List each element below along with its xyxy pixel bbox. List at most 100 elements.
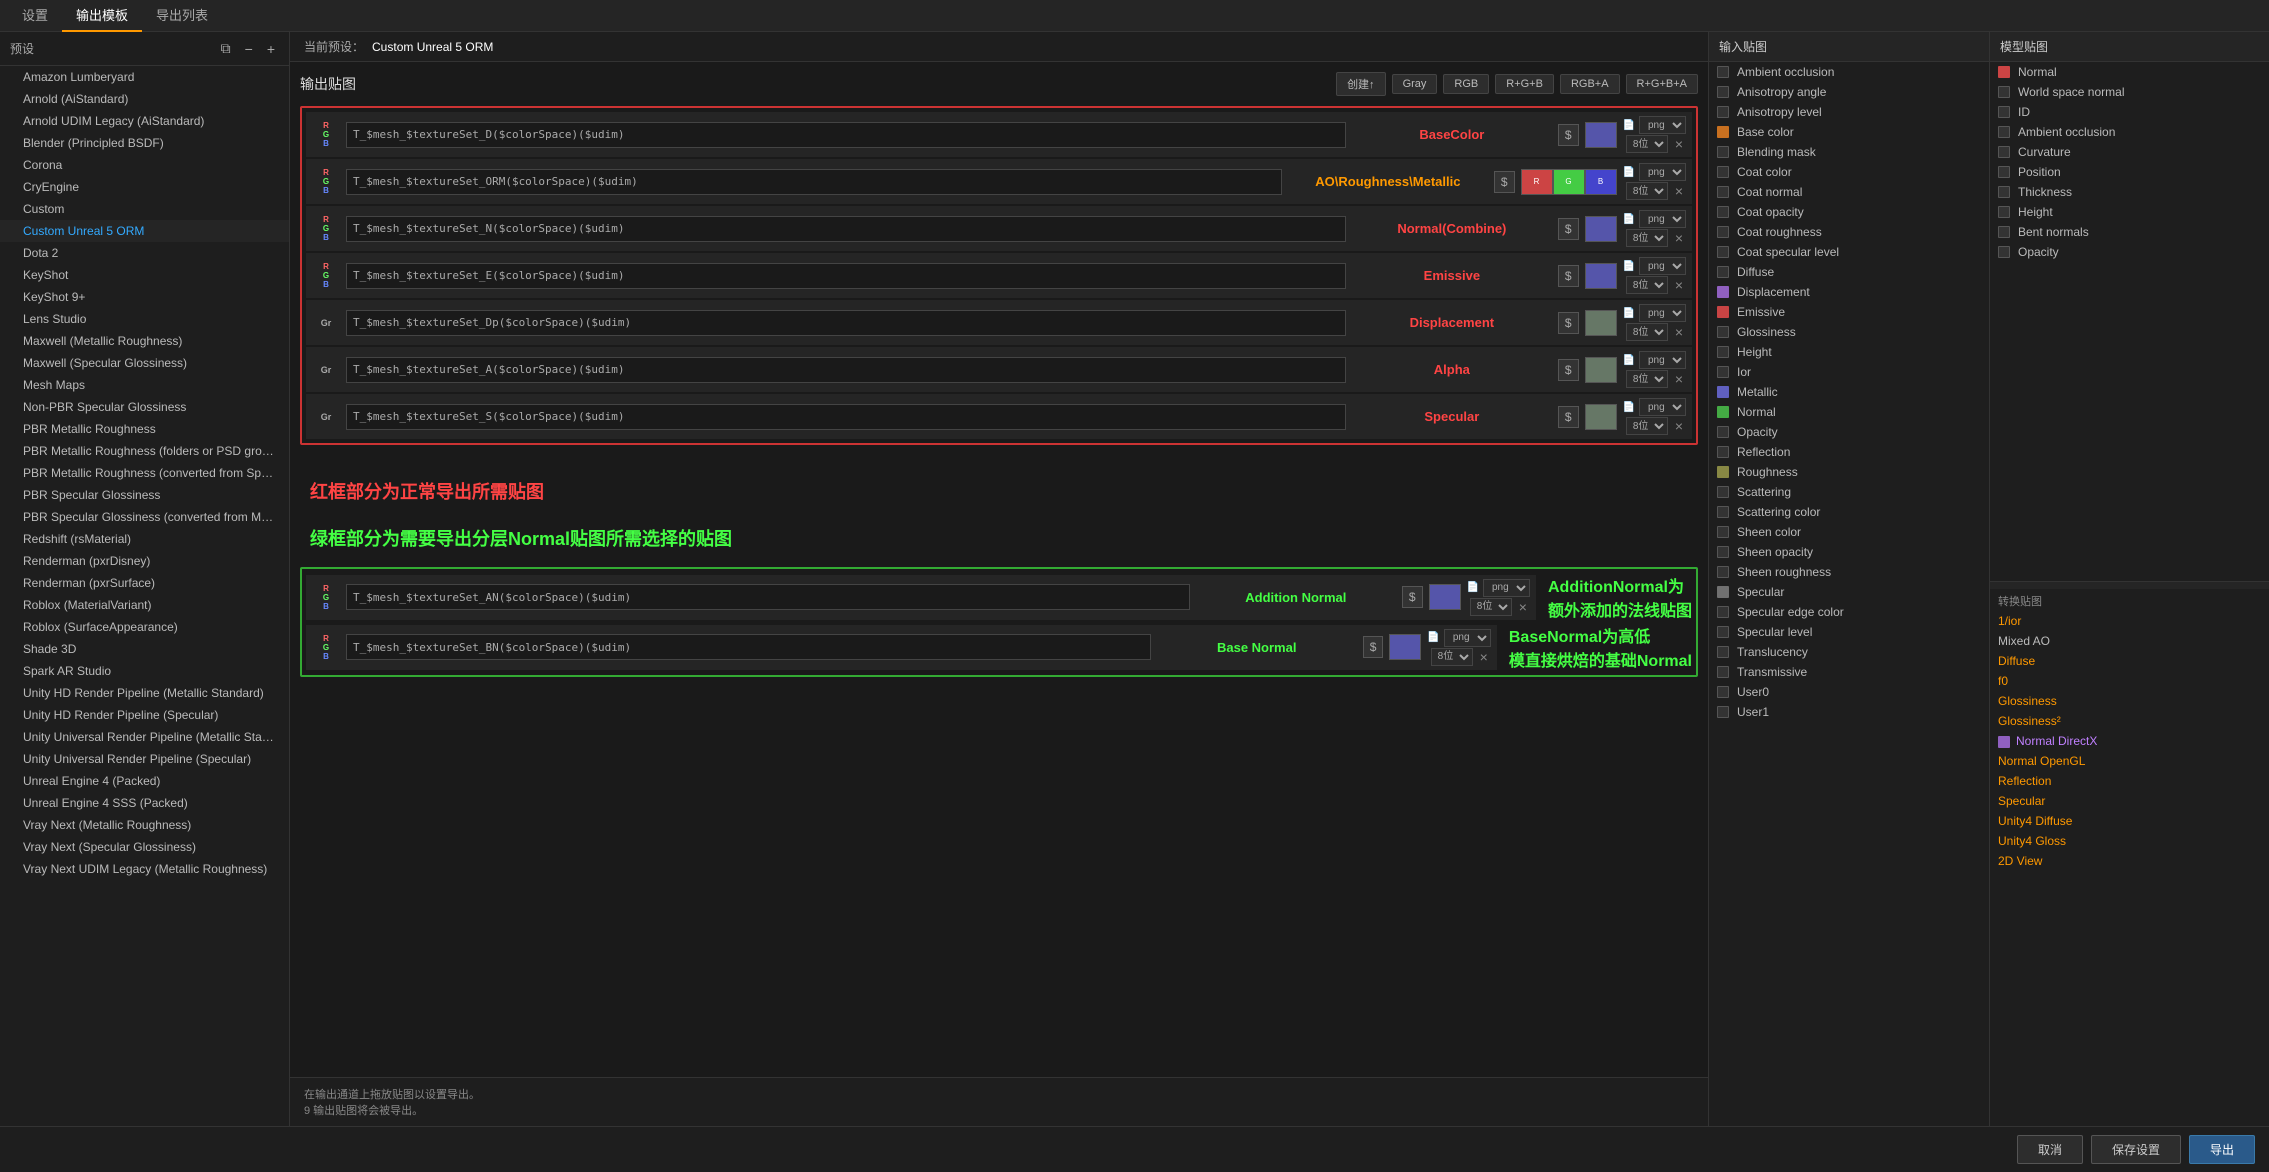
sidebar-item-7[interactable]: Custom Unreal 5 ORM: [0, 220, 289, 242]
format-select[interactable]: png: [1639, 351, 1686, 369]
format-select[interactable]: png: [1639, 210, 1686, 228]
model-map-item[interactable]: Bent normals: [1990, 222, 2269, 242]
sidebar-item-31[interactable]: Unity Universal Render Pipeline (Specula…: [0, 748, 289, 770]
remove-texture-btn[interactable]: ×: [1672, 230, 1686, 246]
input-map-item[interactable]: Scattering: [1709, 482, 1989, 502]
bit-depth-select[interactable]: 8位: [1470, 598, 1512, 616]
conversion-map-item[interactable]: Unity4 Gloss: [1990, 831, 2269, 851]
input-map-item[interactable]: Opacity: [1709, 422, 1989, 442]
channel-swatch-r[interactable]: R: [1521, 169, 1553, 195]
sidebar-item-12[interactable]: Maxwell (Metallic Roughness): [0, 330, 289, 352]
tab-settings[interactable]: 设置: [8, 0, 62, 32]
sidebar-copy-btn[interactable]: ⧉: [217, 38, 235, 59]
remove-texture-btn[interactable]: ×: [1477, 649, 1491, 665]
sidebar-item-23[interactable]: Renderman (pxrSurface): [0, 572, 289, 594]
sidebar-item-24[interactable]: Roblox (MaterialVariant): [0, 594, 289, 616]
sidebar-item-16[interactable]: PBR Metallic Roughness: [0, 418, 289, 440]
input-map-item[interactable]: Glossiness: [1709, 322, 1989, 342]
texture-name-input[interactable]: [346, 310, 1346, 336]
input-map-item[interactable]: Specular edge color: [1709, 602, 1989, 622]
conversion-map-item[interactable]: Glossiness: [1990, 691, 2269, 711]
input-map-item[interactable]: Metallic: [1709, 382, 1989, 402]
input-map-item[interactable]: Specular: [1709, 582, 1989, 602]
bit-depth-select[interactable]: 8位: [1626, 370, 1668, 388]
texture-name-input[interactable]: [346, 169, 1282, 195]
input-map-item[interactable]: Emissive: [1709, 302, 1989, 322]
sidebar-minus-btn[interactable]: −: [241, 39, 257, 59]
dollar-btn[interactable]: $: [1558, 359, 1579, 381]
channel-swatch-g[interactable]: G: [1553, 169, 1585, 195]
input-map-item[interactable]: Scattering color: [1709, 502, 1989, 522]
dollar-btn[interactable]: $: [1494, 171, 1515, 193]
sidebar-item-34[interactable]: Vray Next (Metallic Roughness): [0, 814, 289, 836]
input-map-item[interactable]: Sheen roughness: [1709, 562, 1989, 582]
input-map-item[interactable]: Normal: [1709, 402, 1989, 422]
input-map-item[interactable]: Coat roughness: [1709, 222, 1989, 242]
sidebar-item-18[interactable]: PBR Metallic Roughness (converted from S…: [0, 462, 289, 484]
sidebar-item-26[interactable]: Shade 3D: [0, 638, 289, 660]
sidebar-item-27[interactable]: Spark AR Studio: [0, 660, 289, 682]
dollar-btn[interactable]: $: [1363, 636, 1384, 658]
texture-name-input[interactable]: [346, 216, 1346, 242]
conversion-map-item[interactable]: 2D View: [1990, 851, 2269, 871]
input-map-item[interactable]: Coat color: [1709, 162, 1989, 182]
dollar-btn[interactable]: $: [1558, 406, 1579, 428]
create-btn[interactable]: 创建↑: [1336, 72, 1386, 96]
save-button[interactable]: 保存设置: [2091, 1135, 2181, 1164]
sidebar-item-4[interactable]: Corona: [0, 154, 289, 176]
dollar-btn[interactable]: $: [1558, 124, 1579, 146]
conversion-map-item[interactable]: Diffuse: [1990, 651, 2269, 671]
model-map-item[interactable]: Opacity: [1990, 242, 2269, 262]
conversion-map-item[interactable]: Normal DirectX: [1990, 731, 2269, 751]
sidebar-item-30[interactable]: Unity Universal Render Pipeline (Metalli…: [0, 726, 289, 748]
remove-texture-btn[interactable]: ×: [1672, 277, 1686, 293]
sidebar-item-14[interactable]: Mesh Maps: [0, 374, 289, 396]
texture-name-input[interactable]: [346, 634, 1151, 660]
texture-name-input[interactable]: [346, 122, 1346, 148]
texture-name-input[interactable]: [346, 584, 1190, 610]
sidebar-item-36[interactable]: Vray Next UDIM Legacy (Metallic Roughnes…: [0, 858, 289, 880]
dollar-btn[interactable]: $: [1558, 265, 1579, 287]
tab-export-list[interactable]: 导出列表: [142, 0, 222, 32]
remove-texture-btn[interactable]: ×: [1516, 599, 1530, 615]
sidebar-item-2[interactable]: Arnold UDIM Legacy (AiStandard): [0, 110, 289, 132]
input-map-item[interactable]: Base color: [1709, 122, 1989, 142]
input-map-item[interactable]: User0: [1709, 682, 1989, 702]
sidebar-item-3[interactable]: Blender (Principled BSDF): [0, 132, 289, 154]
export-button[interactable]: 导出: [2189, 1135, 2255, 1164]
conversion-map-item[interactable]: Unity4 Diffuse: [1990, 811, 2269, 831]
conversion-map-item[interactable]: Glossiness²: [1990, 711, 2269, 731]
input-map-item[interactable]: Ambient occlusion: [1709, 62, 1989, 82]
input-map-item[interactable]: Roughness: [1709, 462, 1989, 482]
sidebar-item-32[interactable]: Unreal Engine 4 (Packed): [0, 770, 289, 792]
bit-depth-select[interactable]: 8位: [1626, 276, 1668, 294]
sidebar-item-5[interactable]: CryEngine: [0, 176, 289, 198]
gray-btn[interactable]: Gray: [1392, 74, 1438, 94]
sidebar-item-13[interactable]: Maxwell (Specular Glossiness): [0, 352, 289, 374]
input-map-item[interactable]: Reflection: [1709, 442, 1989, 462]
remove-texture-btn[interactable]: ×: [1672, 371, 1686, 387]
remove-texture-btn[interactable]: ×: [1672, 324, 1686, 340]
model-map-item[interactable]: ID: [1990, 102, 2269, 122]
sidebar-item-25[interactable]: Roblox (SurfaceAppearance): [0, 616, 289, 638]
format-select[interactable]: png: [1444, 629, 1491, 647]
input-map-item[interactable]: Coat specular level: [1709, 242, 1989, 262]
remove-texture-btn[interactable]: ×: [1672, 183, 1686, 199]
bit-depth-select[interactable]: 8位: [1626, 229, 1668, 247]
conversion-map-item[interactable]: f0: [1990, 671, 2269, 691]
input-map-item[interactable]: Coat normal: [1709, 182, 1989, 202]
sidebar-item-22[interactable]: Renderman (pxrDisney): [0, 550, 289, 572]
sidebar-item-15[interactable]: Non-PBR Specular Glossiness: [0, 396, 289, 418]
format-select[interactable]: png: [1639, 163, 1686, 181]
input-map-item[interactable]: Transmissive: [1709, 662, 1989, 682]
conversion-map-item[interactable]: 1/ior: [1990, 611, 2269, 631]
texture-name-input[interactable]: [346, 404, 1346, 430]
bit-depth-select[interactable]: 8位: [1626, 323, 1668, 341]
input-map-item[interactable]: Anisotropy angle: [1709, 82, 1989, 102]
model-map-item[interactable]: Thickness: [1990, 182, 2269, 202]
model-map-item[interactable]: Ambient occlusion: [1990, 122, 2269, 142]
sidebar-item-11[interactable]: Lens Studio: [0, 308, 289, 330]
input-map-item[interactable]: Ior: [1709, 362, 1989, 382]
rgba-btn[interactable]: RGB+A: [1560, 74, 1620, 94]
input-map-item[interactable]: Diffuse: [1709, 262, 1989, 282]
